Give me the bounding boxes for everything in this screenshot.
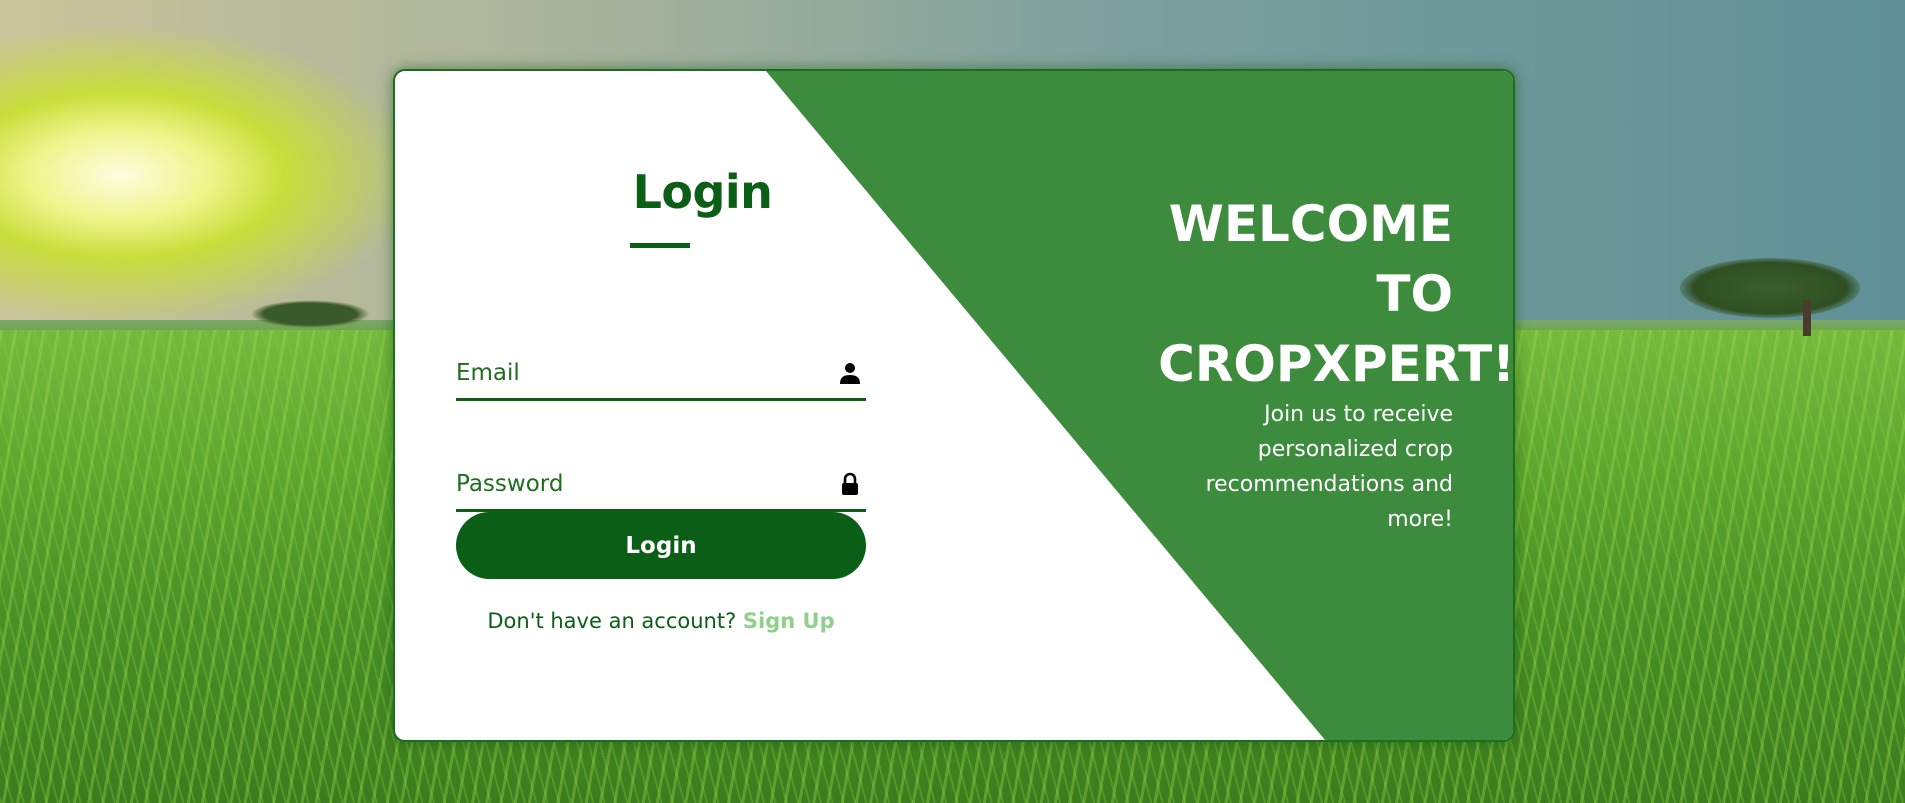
tree-right-trunk [1803, 300, 1811, 336]
login-button[interactable]: Login [456, 512, 866, 579]
tree-right-canopy [1680, 258, 1860, 318]
welcome-line-2: TO [1376, 265, 1453, 323]
welcome-line-1: WELCOME [1168, 195, 1453, 253]
title-underline [630, 243, 690, 248]
password-field[interactable] [456, 460, 866, 512]
login-card: Login Login Don't have an account? [393, 69, 1515, 742]
background-scene: Login Login Don't have an account? [0, 0, 1905, 803]
email-field[interactable] [456, 349, 866, 401]
email-input[interactable] [456, 349, 816, 397]
welcome-subtitle: Join us to receive personalized crop rec… [1205, 402, 1453, 532]
password-input[interactable] [456, 460, 816, 508]
tree-left [250, 300, 370, 328]
signup-row: Don't have an account? Sign Up [456, 609, 866, 633]
signup-link[interactable]: Sign Up [743, 609, 835, 633]
no-account-text: Don't have an account? [487, 609, 743, 633]
user-icon [838, 361, 862, 385]
welcome-heading: WELCOME TO CROPXPERT! [1115, 189, 1515, 399]
welcome-line-3: CROPXPERT! [1158, 335, 1515, 393]
lock-icon [838, 472, 862, 496]
login-title: Login [632, 165, 773, 219]
